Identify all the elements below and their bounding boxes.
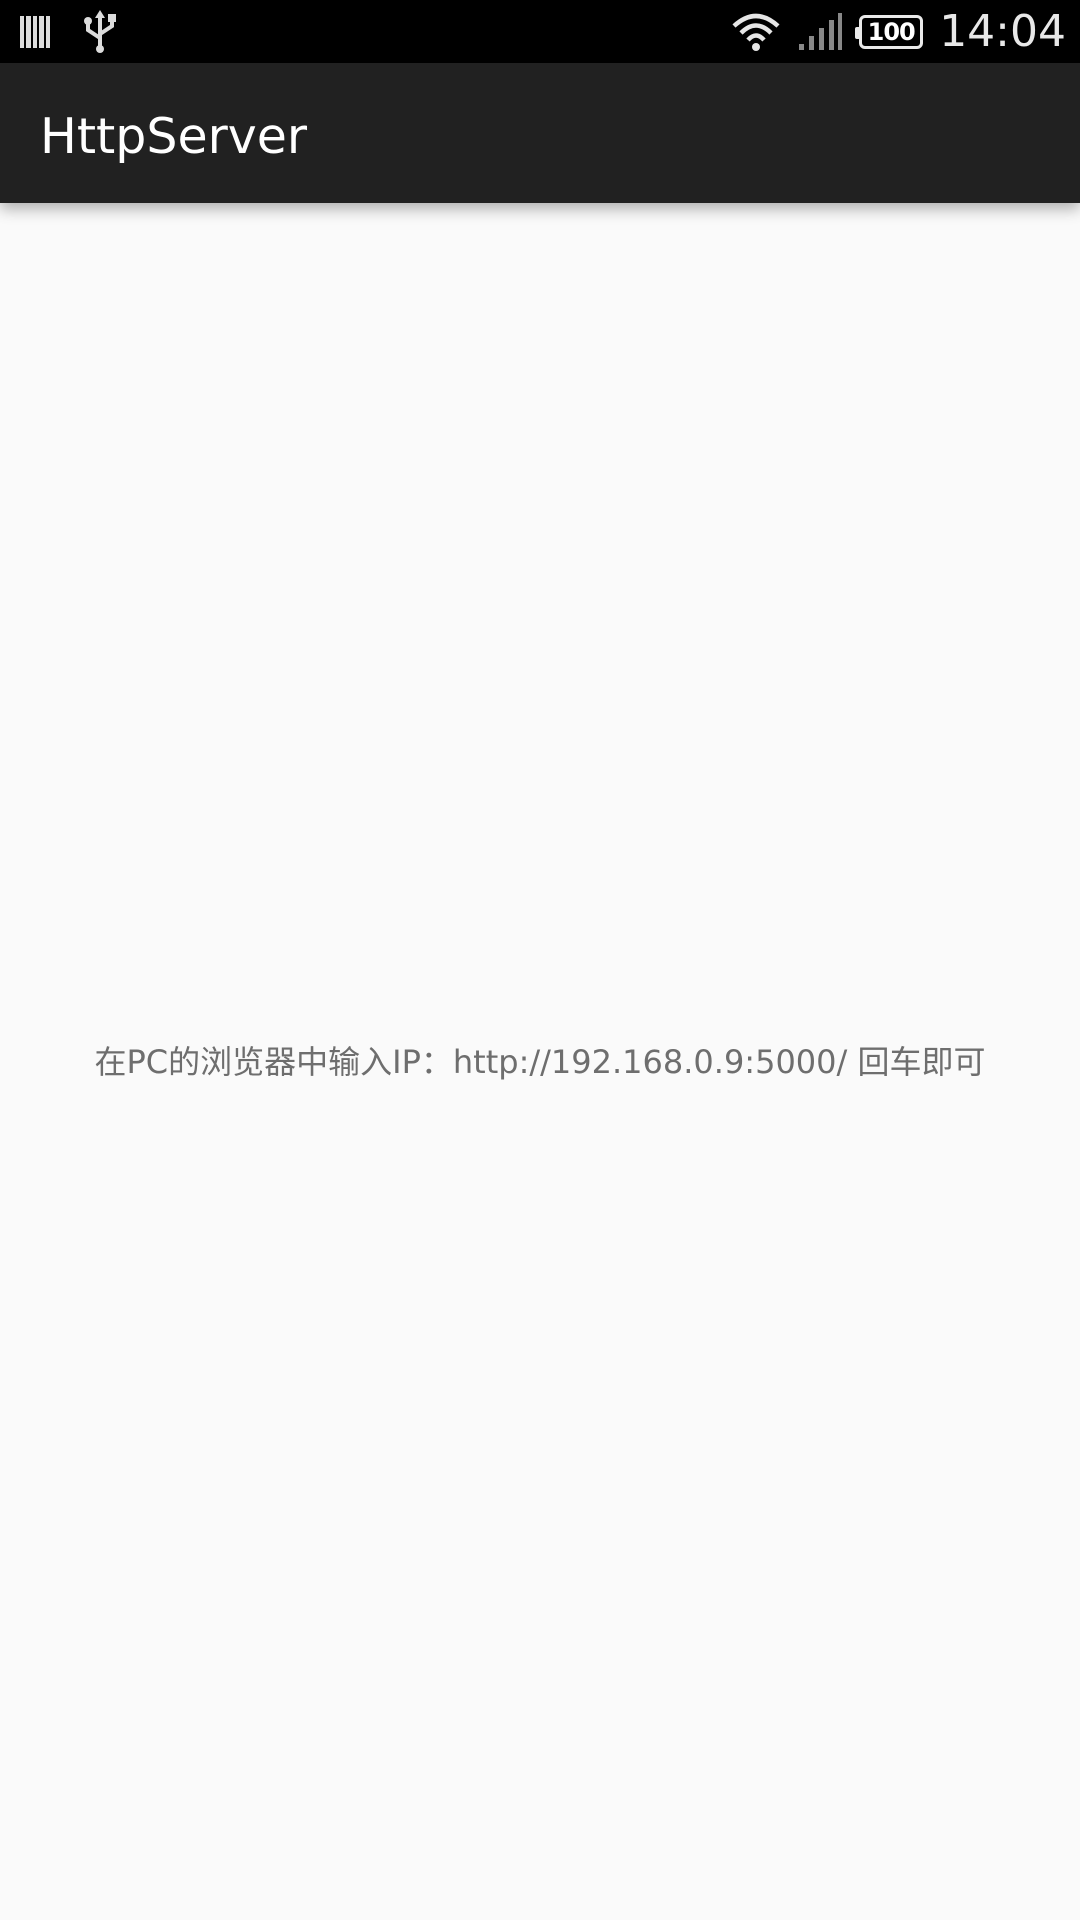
status-left-icons bbox=[20, 10, 120, 54]
usb-icon bbox=[80, 10, 120, 54]
barcode-icon bbox=[20, 14, 52, 50]
main-content: 在PC的浏览器中输入IP：http://192.168.0.9:5000/ 回车… bbox=[0, 203, 1080, 1920]
server-instruction-text: 在PC的浏览器中输入IP：http://192.168.0.9:5000/ 回车… bbox=[94, 1043, 986, 1081]
status-bar: 100 14:04 bbox=[0, 0, 1080, 63]
app-title: HttpServer bbox=[40, 108, 308, 165]
status-time: 14:04 bbox=[939, 6, 1066, 57]
battery-level: 100 bbox=[867, 18, 916, 46]
battery-icon: 100 bbox=[855, 15, 924, 49]
signal-icon bbox=[797, 12, 843, 52]
status-right-icons: 100 14:04 bbox=[731, 8, 1066, 56]
app-bar: HttpServer bbox=[0, 63, 1080, 203]
wifi-icon bbox=[731, 12, 781, 52]
